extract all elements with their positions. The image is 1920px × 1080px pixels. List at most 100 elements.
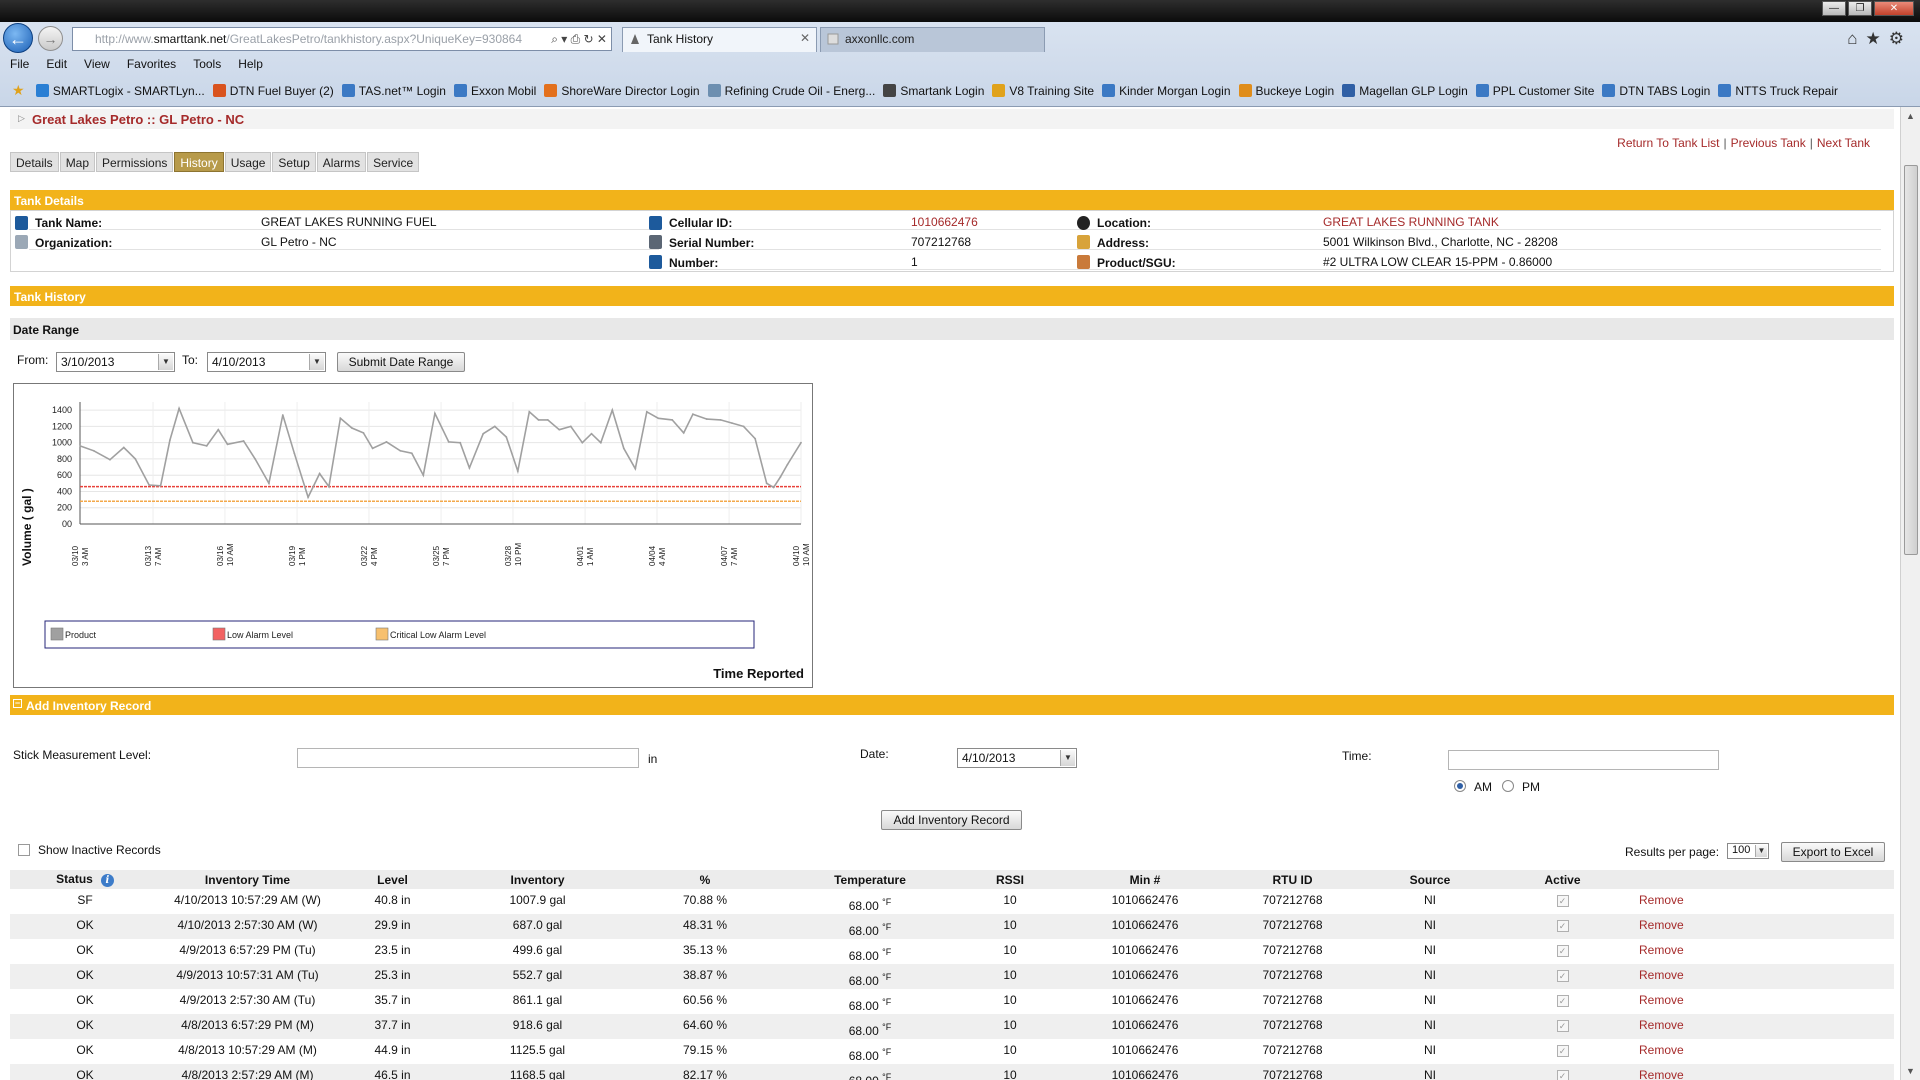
results-per-page-select[interactable]: 100 ▼ xyxy=(1727,843,1769,859)
to-date-select[interactable]: 4/10/2013 ▼ xyxy=(207,352,326,372)
favorite-link[interactable]: Kinder Morgan Login xyxy=(1102,81,1231,101)
active-checkbox[interactable]: ✓ xyxy=(1556,995,1569,1007)
browser-tab-axxonllc[interactable]: axxonllc.com xyxy=(820,27,1045,52)
favorite-link[interactable]: NTTS Truck Repair xyxy=(1718,81,1838,101)
tab-details[interactable]: Details xyxy=(10,152,59,172)
active-checkbox[interactable]: ✓ xyxy=(1556,945,1569,957)
settings-gear-icon[interactable]: ⚙ xyxy=(1889,29,1912,48)
favorite-link[interactable]: Exxon Mobil xyxy=(453,81,536,101)
favorite-link[interactable]: Refining Crude Oil - Energ... xyxy=(707,81,875,101)
active-checkbox[interactable]: ✓ xyxy=(1556,1070,1569,1080)
favorite-link[interactable]: V8 Training Site xyxy=(992,81,1094,101)
next-tank-link[interactable]: Next Tank xyxy=(1817,136,1870,150)
active-checkbox[interactable]: ✓ xyxy=(1556,895,1569,907)
menu-tools[interactable]: Tools xyxy=(183,55,228,71)
close-window-button[interactable]: ✕ xyxy=(1874,1,1914,16)
tab-setup[interactable]: Setup xyxy=(272,152,316,172)
record-time-input[interactable] xyxy=(1448,750,1719,770)
location-value[interactable]: GREAT LAKES RUNNING TANK xyxy=(1323,215,1499,229)
tab-map[interactable]: Map xyxy=(59,152,96,172)
tab-history[interactable]: History xyxy=(174,152,224,172)
column-header-source[interactable]: Source xyxy=(1360,870,1500,889)
active-checkbox[interactable]: ✓ xyxy=(1556,1045,1569,1057)
favorite-link[interactable]: PPL Customer Site xyxy=(1475,81,1594,101)
from-date-select[interactable]: 3/10/2013 ▼ xyxy=(56,352,175,372)
scrollbar-thumb[interactable] xyxy=(1904,165,1918,555)
add-favorite-star-icon[interactable]: ★ xyxy=(12,80,25,100)
browser-tab-tank-history[interactable]: Tank History ✕ xyxy=(622,27,817,52)
collapse-icon[interactable]: − xyxy=(13,699,22,708)
remove-link[interactable]: Remove xyxy=(1625,964,1894,989)
record-date-select[interactable]: 4/10/2013 ▼ xyxy=(957,748,1077,768)
favorite-link[interactable]: TAS.net™ Login xyxy=(341,81,446,101)
scroll-down-icon[interactable]: ▼ xyxy=(1906,1066,1915,1076)
favorites-star-icon[interactable]: ★ xyxy=(1866,29,1889,48)
tab-service[interactable]: Service xyxy=(367,152,420,172)
chevron-down-icon[interactable]: ▼ xyxy=(1060,750,1075,766)
remove-link[interactable]: Remove xyxy=(1625,1039,1894,1064)
favorite-link[interactable]: Magellan GLP Login xyxy=(1342,81,1468,101)
tab-usage[interactable]: Usage xyxy=(224,152,272,172)
chevron-down-icon[interactable]: ▼ xyxy=(158,354,173,370)
scroll-up-icon[interactable]: ▲ xyxy=(1906,111,1915,121)
favorite-link[interactable]: Buckeye Login xyxy=(1238,81,1334,101)
menu-file[interactable]: File xyxy=(0,55,36,71)
forward-button[interactable]: → xyxy=(38,26,63,51)
tank-details-header: Tank Details xyxy=(10,190,1894,210)
maximize-button[interactable]: ❐ xyxy=(1848,1,1872,16)
page-scrollbar[interactable]: ▲ ▼ xyxy=(1900,107,1920,1080)
expand-arrow-icon[interactable]: ▷ xyxy=(18,113,25,124)
previous-tank-link[interactable]: Previous Tank xyxy=(1731,136,1806,150)
column-header-level[interactable]: Level xyxy=(335,870,450,889)
favorite-link[interactable]: SMARTLogix - SMARTLyn... xyxy=(35,81,205,101)
return-to-tank-list-link[interactable]: Return To Tank List xyxy=(1617,136,1719,150)
export-to-excel-button[interactable]: Export to Excel xyxy=(1781,842,1885,862)
remove-link[interactable]: Remove xyxy=(1625,914,1894,939)
menu-favorites[interactable]: Favorites xyxy=(117,55,183,71)
active-checkbox[interactable]: ✓ xyxy=(1556,970,1569,982)
status-cell: OK xyxy=(76,943,94,957)
remove-link[interactable]: Remove xyxy=(1625,1064,1894,1080)
menu-help[interactable]: Help xyxy=(228,55,270,71)
home-icon[interactable]: ⌂ xyxy=(1847,29,1865,48)
address-bar-icons[interactable]: ⌕ ▾ ⎙ ↻ ✕ xyxy=(547,28,607,50)
tab-permissions[interactable]: Permissions xyxy=(96,152,174,172)
column-header-active[interactable]: Active xyxy=(1500,870,1625,889)
product-data-point xyxy=(339,417,342,420)
menu-edit[interactable]: Edit xyxy=(36,55,74,71)
info-icon[interactable]: i xyxy=(100,874,114,887)
column-header-temperature[interactable]: Temperature xyxy=(785,870,955,889)
favorite-link[interactable]: ShoreWare Director Login xyxy=(544,81,700,101)
stick-measurement-input[interactable] xyxy=(297,748,639,768)
column-header-inventory[interactable]: Inventory xyxy=(450,870,625,889)
show-inactive-checkbox[interactable] xyxy=(18,844,30,856)
chevron-down-icon[interactable]: ▼ xyxy=(309,354,324,370)
active-checkbox[interactable]: ✓ xyxy=(1556,920,1569,932)
pm-radio[interactable] xyxy=(1502,780,1514,792)
column-header-status[interactable]: Status i xyxy=(10,870,160,889)
favorite-link[interactable]: Smartank Login xyxy=(883,81,984,101)
favorite-link[interactable]: DTN TABS Login xyxy=(1602,81,1710,101)
remove-link[interactable]: Remove xyxy=(1625,1014,1894,1039)
column-header-percent[interactable]: % xyxy=(625,870,785,889)
address-bar[interactable]: http://www.smarttank.net/GreatLakesPetro… xyxy=(72,27,612,51)
column-header-min[interactable]: Min # xyxy=(1065,870,1225,889)
submit-date-range-button[interactable]: Submit Date Range xyxy=(337,352,465,372)
favorite-link[interactable]: DTN Fuel Buyer (2) xyxy=(212,81,334,101)
column-header-rssi[interactable]: RSSI xyxy=(955,870,1065,889)
remove-link[interactable]: Remove xyxy=(1625,889,1894,914)
menu-view[interactable]: View xyxy=(74,55,117,71)
remove-link[interactable]: Remove xyxy=(1625,939,1894,964)
add-inventory-record-button[interactable]: Add Inventory Record xyxy=(881,810,1022,830)
tab-alarms[interactable]: Alarms xyxy=(316,152,367,172)
cellular-id-value[interactable]: 1010662476 xyxy=(911,215,978,229)
back-button[interactable]: ← xyxy=(3,23,33,53)
close-tab-icon[interactable]: ✕ xyxy=(800,31,810,45)
active-checkbox[interactable]: ✓ xyxy=(1556,1020,1569,1032)
column-header-inventory-time[interactable]: Inventory Time xyxy=(160,870,335,889)
chevron-down-icon[interactable]: ▼ xyxy=(1755,845,1767,857)
remove-link[interactable]: Remove xyxy=(1625,989,1894,1014)
minimize-button[interactable]: — xyxy=(1822,1,1846,16)
am-radio[interactable] xyxy=(1454,780,1466,792)
column-header-rtu-id[interactable]: RTU ID xyxy=(1225,870,1360,889)
